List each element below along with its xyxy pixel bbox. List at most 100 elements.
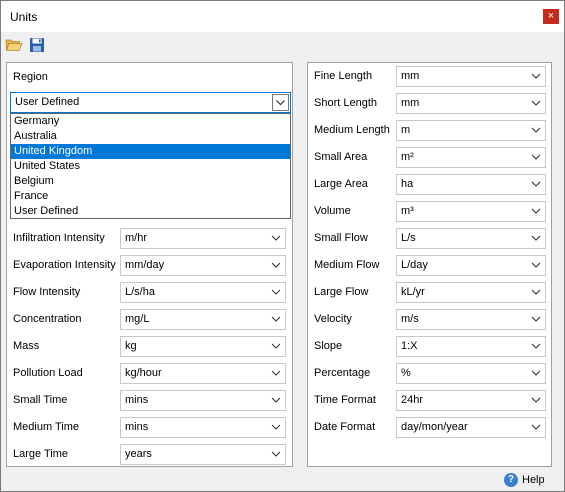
chevron-down-icon (531, 316, 541, 322)
unit-value: m³ (401, 205, 414, 217)
close-button[interactable]: × (543, 9, 559, 24)
chevron-down-icon (271, 397, 281, 403)
chevron-down-icon (531, 154, 541, 160)
unit-row: Short Length mm (308, 93, 551, 114)
unit-row: Large Flow kL/yr (308, 282, 551, 303)
chevron-down-icon (271, 424, 281, 430)
region-option-belgium[interactable]: Belgium (11, 174, 290, 189)
unit-row: Medium Length m (308, 120, 551, 141)
unit-select[interactable]: mg/L (120, 309, 286, 330)
unit-value: day/mon/year (401, 421, 468, 433)
region-option-united-states[interactable]: United States (11, 159, 290, 174)
unit-label: Large Flow (314, 286, 369, 298)
unit-select[interactable]: mins (120, 390, 286, 411)
chevron-down-icon (271, 451, 281, 457)
chevron-down-icon (531, 370, 541, 376)
unit-label: Medium Length (314, 124, 390, 136)
region-select[interactable]: User Defined (10, 92, 291, 113)
unit-row: Pollution Load kg/hour (7, 363, 292, 384)
unit-label: Small Area (314, 151, 368, 163)
unit-value: kg (125, 340, 137, 352)
unit-select[interactable]: m² (396, 147, 546, 168)
unit-row: Small Flow L/s (308, 228, 551, 249)
unit-row: Fine Length mm (308, 66, 551, 87)
unit-select[interactable]: L/day (396, 255, 546, 276)
help-label: Help (522, 474, 545, 486)
unit-value: mins (125, 394, 149, 406)
unit-row: Percentage % (308, 363, 551, 384)
chevron-down-icon (271, 316, 281, 322)
unit-select[interactable]: kL/yr (396, 282, 546, 303)
unit-label: Evaporation Intensity (13, 259, 116, 271)
unit-value: mins (125, 421, 149, 433)
unit-label: Small Time (13, 394, 68, 406)
unit-select[interactable]: kg/hour (120, 363, 286, 384)
chevron-down-icon (531, 262, 541, 268)
unit-select[interactable]: m³ (396, 201, 546, 222)
unit-row: Volume m³ (308, 201, 551, 222)
unit-select[interactable]: mm/day (120, 255, 286, 276)
unit-row: Large Time years (7, 444, 292, 465)
unit-select[interactable]: years (120, 444, 286, 465)
region-option-australia[interactable]: Australia (11, 129, 290, 144)
region-dropdown-list: Germany Australia United Kingdom United … (10, 113, 291, 219)
unit-value: L/day (401, 259, 428, 271)
chevron-down-icon (531, 235, 541, 241)
unit-select[interactable]: % (396, 363, 546, 384)
unit-value: m² (401, 151, 414, 163)
unit-label: Concentration (13, 313, 82, 325)
unit-select[interactable]: mm (396, 66, 546, 87)
unit-label: Slope (314, 340, 343, 352)
chevron-down-icon[interactable] (272, 94, 289, 111)
chevron-down-icon (531, 181, 541, 187)
unit-row: Medium Flow L/day (308, 255, 551, 276)
region-label: Region (13, 71, 48, 83)
region-option-united-kingdom[interactable]: United Kingdom (11, 144, 290, 159)
unit-row: Mass kg (7, 336, 292, 357)
unit-value: m (401, 124, 411, 136)
unit-select[interactable]: L/s (396, 228, 546, 249)
unit-label: Volume (314, 205, 351, 217)
unit-select[interactable]: m/hr (120, 228, 286, 249)
region-option-france[interactable]: France (11, 189, 290, 204)
unit-value: 24hr (401, 394, 424, 406)
unit-select[interactable]: 24hr (396, 390, 546, 411)
folder-open-icon[interactable] (5, 37, 23, 53)
unit-select[interactable]: m (396, 120, 546, 141)
unit-label: Mass (13, 340, 40, 352)
unit-value: kg/hour (125, 367, 162, 379)
chevron-down-icon (531, 424, 541, 430)
units-dialog: Units × Region User Defined Germany Aust… (0, 0, 565, 492)
unit-value: mm (401, 97, 420, 109)
unit-label: Flow Intensity (13, 286, 81, 298)
chevron-down-icon (271, 262, 281, 268)
unit-row: Large Area ha (308, 174, 551, 195)
unit-label: Velocity (314, 313, 352, 325)
unit-label: Medium Time (13, 421, 80, 433)
unit-select[interactable]: m/s (396, 309, 546, 330)
unit-select[interactable]: mins (120, 417, 286, 438)
floppy-disk-icon[interactable] (29, 37, 47, 53)
unit-select[interactable]: 1:X (396, 336, 546, 357)
unit-value: mm/day (125, 259, 165, 271)
chevron-down-icon (531, 343, 541, 349)
region-option-user-defined[interactable]: User Defined (11, 204, 290, 219)
unit-label: Short Length (314, 97, 377, 109)
toolbar (1, 32, 564, 58)
right-units-panel: Fine Length mm Short Length mm Medium Le… (307, 62, 552, 467)
unit-row: Small Area m² (308, 147, 551, 168)
region-option-germany[interactable]: Germany (11, 114, 290, 129)
unit-select[interactable]: ha (396, 174, 546, 195)
help-button[interactable]: ? Help (504, 473, 548, 489)
unit-select[interactable]: mm (396, 93, 546, 114)
unit-label: Percentage (314, 367, 371, 379)
unit-select[interactable]: L/s/ha (120, 282, 286, 303)
unit-select[interactable]: day/mon/year (396, 417, 546, 438)
unit-select[interactable]: kg (120, 336, 286, 357)
left-units-panel: Region User Defined Germany Australia Un… (6, 62, 293, 467)
unit-value: 1:X (401, 340, 418, 352)
chevron-down-icon (271, 370, 281, 376)
unit-label: Small Flow (314, 232, 368, 244)
unit-label: Time Format (314, 394, 376, 406)
title-bar: Units × (1, 1, 564, 32)
